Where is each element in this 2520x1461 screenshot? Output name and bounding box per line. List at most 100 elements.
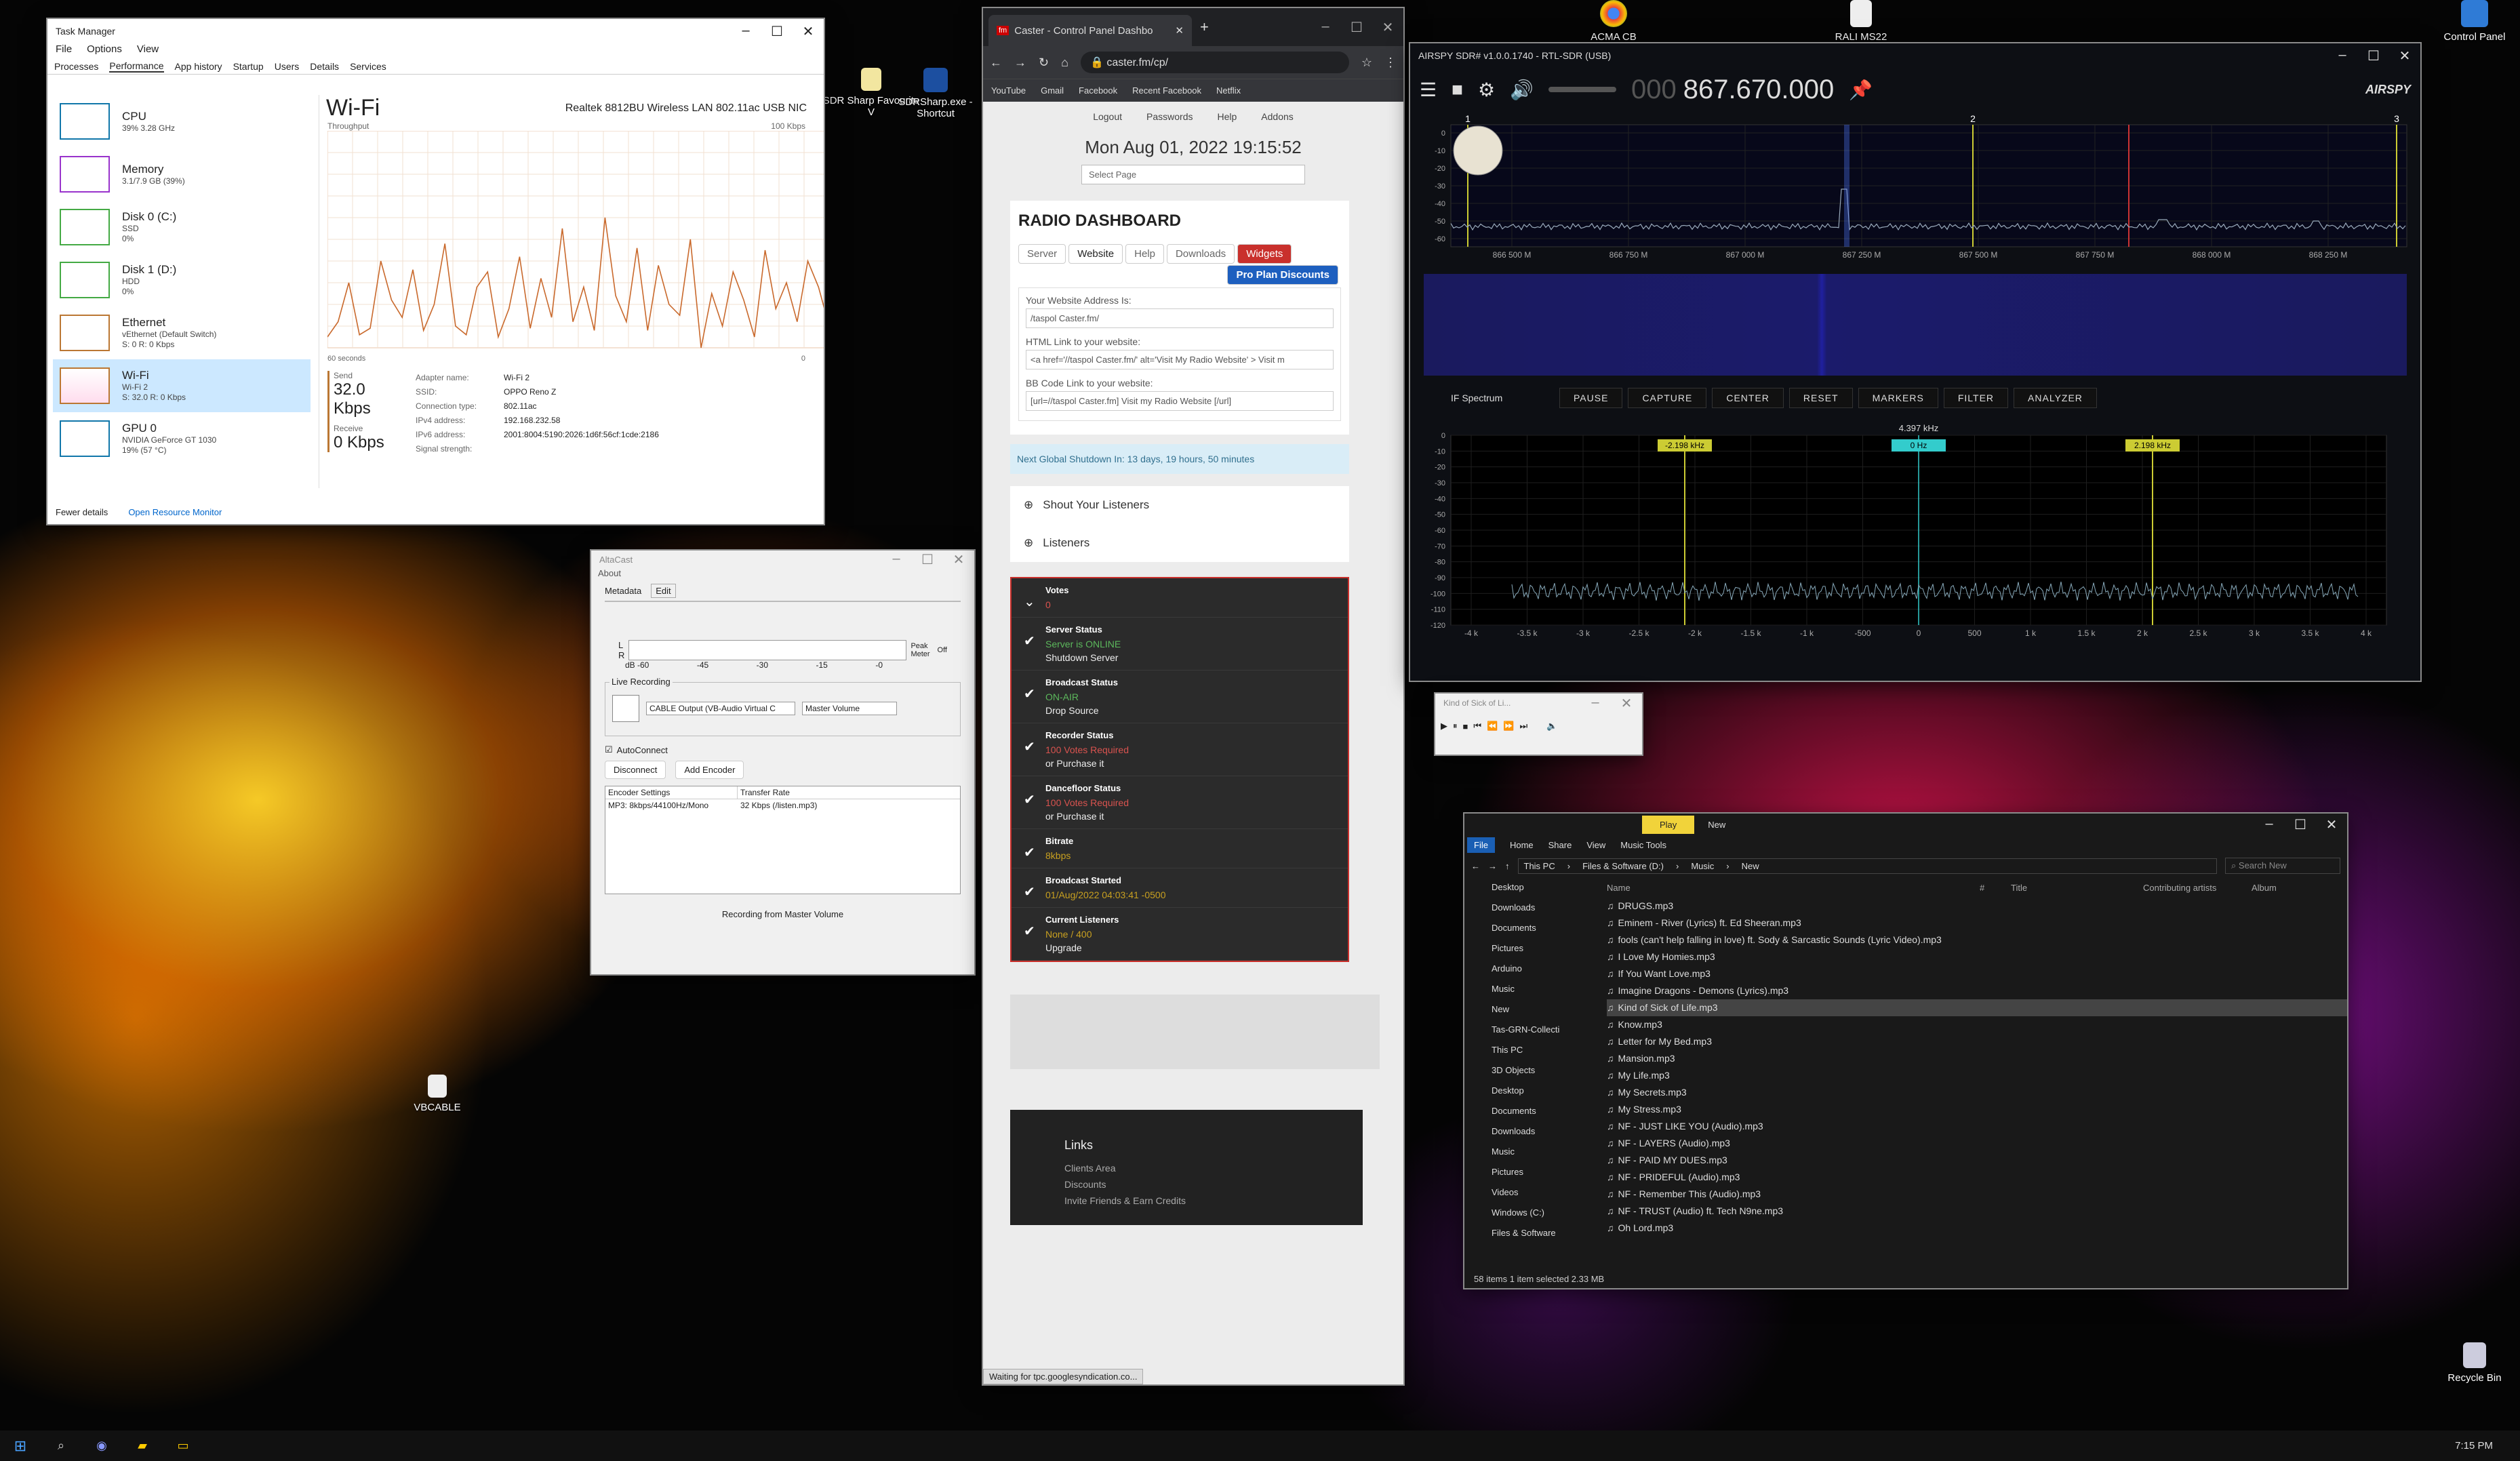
stat-action[interactable]: or Purchase it [1045, 758, 1337, 769]
menu-view[interactable]: View [137, 43, 159, 58]
volume-select[interactable]: Master Volume [802, 702, 897, 715]
forward-icon[interactable]: → [1488, 861, 1497, 871]
markers-button[interactable]: MARKERS [1858, 388, 1938, 408]
back-icon[interactable]: ← [990, 56, 1002, 70]
pro-plan-button[interactable]: Pro Plan Discounts [1227, 265, 1338, 285]
col-name[interactable]: Name [1607, 883, 1980, 893]
tab-metadata[interactable]: Metadata [605, 586, 641, 596]
shout-listeners-item[interactable]: ⊕ Shout Your Listeners [1010, 486, 1349, 524]
logout-link[interactable]: Logout [1093, 111, 1122, 122]
pause-icon[interactable]: ⏸ [1453, 721, 1458, 732]
minimize-icon[interactable]: – [2327, 47, 2358, 64]
next-icon[interactable]: ⏭ [1519, 721, 1527, 732]
maximize-icon[interactable]: ☐ [1341, 19, 1372, 36]
minimize-icon[interactable]: – [881, 551, 912, 568]
play-icon[interactable]: ▶ [1441, 721, 1447, 732]
perf-item-memory[interactable]: Memory 3.1/7.9 GB (39%) [53, 148, 311, 201]
desktop-icon-sdrsharp[interactable]: SDRSharp.exe - Shortcut [881, 68, 990, 119]
minimize-icon[interactable]: – [1310, 19, 1341, 36]
nav-item[interactable]: This PC [1492, 1040, 1600, 1060]
bookmark-gmail[interactable]: Gmail [1041, 85, 1064, 96]
sdr-taskbar-icon[interactable]: ◉ [81, 1439, 122, 1453]
filter-button[interactable]: FILTER [1943, 388, 2009, 408]
desktop-icon-rali[interactable]: RALI MS22 [1810, 0, 1912, 43]
col-number[interactable]: # [1980, 883, 2011, 893]
ribbon-file[interactable]: File [1467, 837, 1495, 853]
address-bar[interactable]: 🔒 caster.fm/cp/ [1080, 52, 1349, 73]
col-artists[interactable]: Contributing artists [2143, 883, 2252, 893]
close-icon[interactable]: ✕ [943, 551, 974, 568]
nav-item[interactable]: Music [1492, 979, 1600, 999]
browser-tab[interactable]: fm Caster - Control Panel Dashbo ✕ [988, 15, 1192, 46]
if-spectrum-display[interactable]: 0 -10 -20 -30 -40 -50 -60 -70 -80 -90 -100 -110 -120… [1410, 415, 2420, 659]
perf-item-disk0[interactable]: Disk 0 (C:) SSD 0% [53, 201, 311, 254]
volume-slider[interactable] [1548, 87, 1617, 92]
tab-performance[interactable]: Performance [109, 60, 164, 73]
perf-item-ethernet[interactable]: Ethernet vEthernet (Default Switch) S: 0 R… [53, 306, 311, 359]
maximize-icon[interactable]: ☐ [912, 551, 943, 568]
microphone-icon[interactable] [612, 695, 639, 722]
nav-item[interactable]: Documents [1492, 1101, 1600, 1121]
stat-action[interactable]: or Purchase it [1045, 811, 1337, 822]
file-row[interactable]: ♫ Kind of Sick of Life.mp3 [1607, 999, 2347, 1016]
nav-item[interactable]: Arduino [1492, 959, 1600, 979]
col-album[interactable]: Album [2252, 883, 2277, 893]
tab-startup[interactable]: Startup [233, 61, 264, 72]
frequency-display[interactable]: 867.670.000 [1683, 75, 1834, 105]
tab-downloads[interactable]: Downloads [1166, 244, 1235, 264]
tab-website[interactable]: Website [1068, 244, 1123, 264]
bookmark-recent-facebook[interactable]: Recent Facebook [1132, 85, 1201, 96]
file-row[interactable]: ♫ My Stress.mp3 [1607, 1101, 2347, 1118]
tab-details[interactable]: Details [310, 61, 339, 72]
sdr-titlebar[interactable]: AIRSPY SDR# v1.0.0.1740 - RTL-SDR (USB) –… [1410, 43, 2420, 68]
menu-about[interactable]: About [591, 568, 974, 578]
start-icon[interactable]: ⊞ [0, 1437, 41, 1455]
tab-app-history[interactable]: App history [175, 61, 222, 72]
explorer-taskbar-icon[interactable]: ▰ [122, 1439, 163, 1453]
maximize-icon[interactable]: ☐ [2358, 47, 2389, 64]
pin-icon[interactable]: 📌 [1849, 79, 1873, 101]
reload-icon[interactable]: ↻ [1039, 56, 1049, 70]
col-title[interactable]: Title [2011, 883, 2143, 893]
addons-link[interactable]: Addons [1261, 111, 1293, 122]
file-row[interactable]: ♫ Know.mp3 [1607, 1016, 2347, 1033]
meter-off[interactable]: Off [938, 646, 947, 654]
bookmark-youtube[interactable]: YouTube [991, 85, 1026, 96]
desktop-icon-vbcable[interactable]: VBCABLE [386, 1075, 488, 1113]
file-row[interactable]: ♫ My Life.mp3 [1607, 1067, 2347, 1084]
nav-item[interactable]: Files & Software [1492, 1223, 1600, 1243]
nav-item[interactable]: Music [1492, 1142, 1600, 1162]
gear-icon[interactable]: ⚙ [1478, 79, 1495, 101]
file-row[interactable]: ♫ DRUGS.mp3 [1607, 898, 2347, 915]
reset-button[interactable]: RESET [1788, 388, 1853, 408]
link-clients-area[interactable]: Clients Area [1064, 1160, 1308, 1176]
file-row[interactable]: ♫ Mansion.mp3 [1607, 1050, 2347, 1067]
explorer-titlebar[interactable]: Play New – ☐ ✕ [1464, 814, 2347, 835]
perf-item-wifi[interactable]: Wi-Fi Wi-Fi 2 S: 32.0 R: 0 Kbps [53, 359, 311, 412]
search-input[interactable]: ⌕ Search New [2225, 858, 2340, 874]
file-row[interactable]: ♫ Eminem - River (Lyrics) ft. Ed Sheeran.… [1607, 915, 2347, 932]
html-link-field[interactable]: <a href='//taspol Caster.fm/' alt='Visit… [1026, 350, 1334, 369]
ribbon-home[interactable]: Home [1510, 840, 1534, 850]
stat-action[interactable]: Upgrade [1045, 942, 1337, 953]
capture-button[interactable]: CAPTURE [1628, 388, 1707, 408]
close-icon[interactable]: ✕ [1611, 695, 1642, 712]
tab-widgets[interactable]: Widgets [1237, 244, 1292, 264]
tab-server[interactable]: Server [1018, 244, 1066, 264]
tab-services[interactable]: Services [350, 61, 386, 72]
desktop-icon-control-panel[interactable]: Control Panel [2424, 0, 2520, 43]
resource-monitor-link[interactable]: Open Resource Monitor [128, 507, 222, 517]
player-titlebar[interactable]: Kind of Sick of Li... – ✕ [1435, 694, 1642, 713]
link-discounts[interactable]: Discounts [1064, 1176, 1308, 1193]
desktop-icon-recycle-bin[interactable]: Recycle Bin [2424, 1342, 2520, 1384]
prev-icon[interactable]: ⏮ [1473, 721, 1481, 732]
stop-icon[interactable]: ■ [1452, 79, 1463, 100]
nav-item[interactable]: Pictures [1492, 1162, 1600, 1182]
minimize-icon[interactable]: – [2254, 816, 2285, 833]
analyzer-button[interactable]: ANALYZER [2014, 388, 2097, 408]
bookmark-netflix[interactable]: Netflix [1216, 85, 1241, 96]
fewer-details-link[interactable]: Fewer details [56, 507, 108, 517]
nav-item[interactable]: Tas-GRN-Collecti [1492, 1020, 1600, 1040]
stat-action[interactable]: Shutdown Server [1045, 652, 1337, 663]
folder-taskbar-icon[interactable]: ▭ [163, 1439, 203, 1453]
